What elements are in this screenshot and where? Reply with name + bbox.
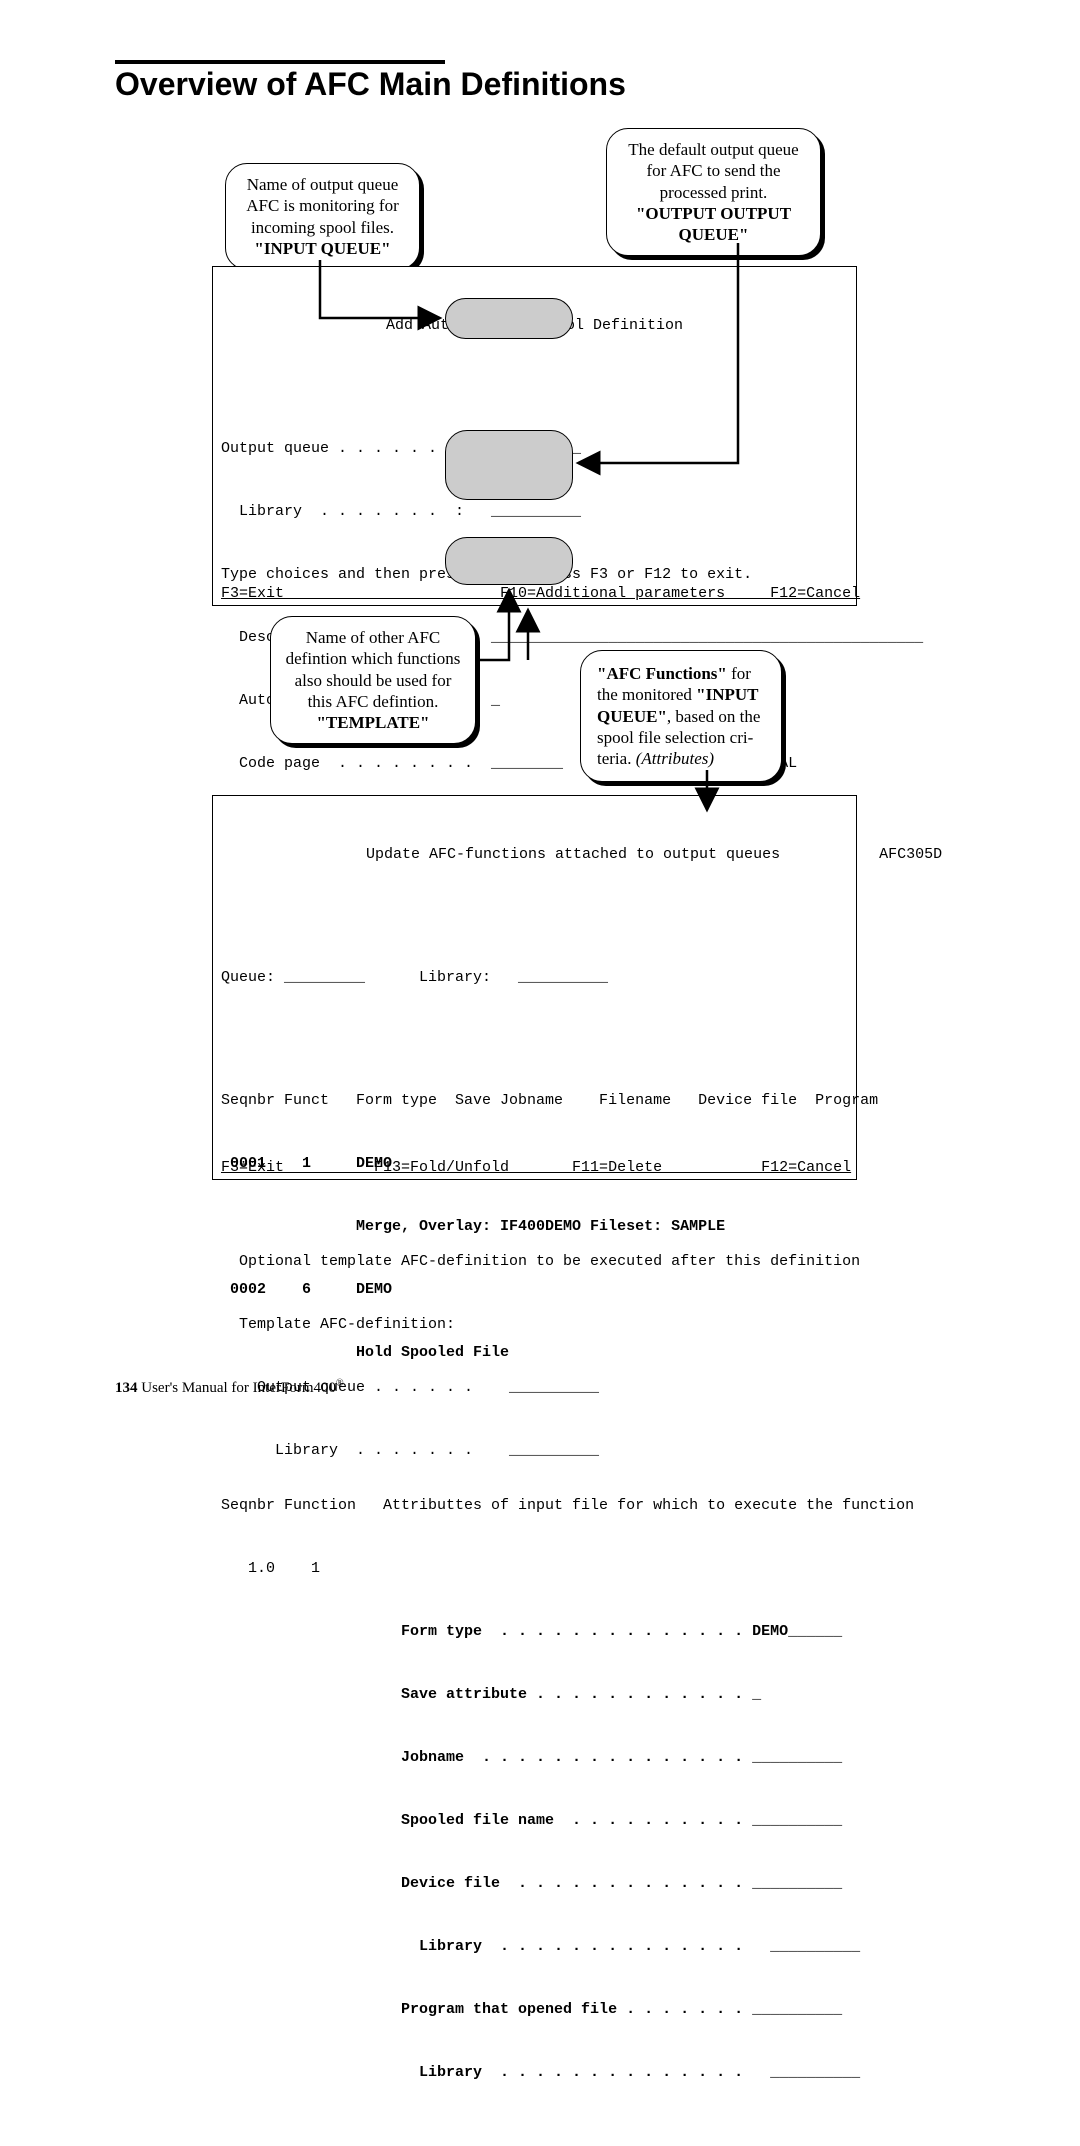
s2-attr-spooled: Spooled file name . . . . . . . . . . __… — [221, 1810, 848, 1831]
highlight-template-fields — [445, 537, 573, 585]
callout-input-queue: Name of output queue AFC is monitoring f… — [225, 163, 420, 270]
s2-row2b: Hold Spooled File — [221, 1342, 848, 1363]
s2-attr-formtype: Form type . . . . . . . . . . . . . . DE… — [221, 1621, 848, 1642]
page-title: Overview of AFC Main Definitions — [115, 66, 965, 103]
s2-attr-device: Device file . . . . . . . . . . . . . __… — [221, 1873, 848, 1894]
s1-library: Library . . . . . . . : __________ — [221, 501, 848, 522]
s2-header: Seqnbr Funct Form type Save Jobname File… — [221, 1090, 848, 1111]
page-footer: 134 User's Manual for InterForm400® — [115, 1378, 344, 1397]
screen-afc-functions: Update AFC-functions attached to output … — [212, 795, 857, 1180]
title-rule — [115, 60, 445, 64]
s2-attr-jobname: Jobname . . . . . . . . . . . . . . . __… — [221, 1747, 848, 1768]
s2-fkeys: F3=Exit F13=Fold/Unfold F11=Delete F12=C… — [221, 1157, 851, 1178]
s1-fkeys: F3=Exit F10=Additional parameters F12=Ca… — [221, 583, 851, 604]
page-number: 134 — [115, 1380, 138, 1396]
s2-attr-proglib: Library . . . . . . . . . . . . . . ____… — [221, 2062, 848, 2083]
callout-output-queue: The default output queue for AFC to send… — [606, 128, 821, 256]
highlight-output-queue-fields — [445, 430, 573, 500]
page: Overview of AFC Main Definitions Name of… — [0, 0, 1080, 1435]
s2-attr-program: Program that opened file . . . . . . . _… — [221, 1999, 848, 2020]
s2-row1b: Merge, Overlay: IF400DEMO Fileset: SAMPL… — [221, 1216, 848, 1237]
s2-attr-devlib: Library . . . . . . . . . . . . . . ____… — [221, 1936, 848, 1957]
s2-attr-save: Save attribute . . . . . . . . . . . . _ — [221, 1684, 848, 1705]
s2-row2: 0002 6 DEMO — [221, 1279, 848, 1300]
s2-seq1: 1.0 1 — [221, 1558, 848, 1579]
highlight-input-queue-fields — [445, 298, 573, 339]
callout-template: Name of other AFC defintion which functi… — [270, 616, 476, 744]
s2-subheader: Seqnbr Function Attributtes of input fil… — [221, 1495, 848, 1516]
s2-title: Update AFC-functions attached to output … — [221, 844, 848, 865]
s2-queue-library: Queue: _________ Library: __________ — [221, 967, 848, 988]
callout-afc-functions: "AFC Functions" for the monitored "INPUT… — [580, 650, 782, 782]
